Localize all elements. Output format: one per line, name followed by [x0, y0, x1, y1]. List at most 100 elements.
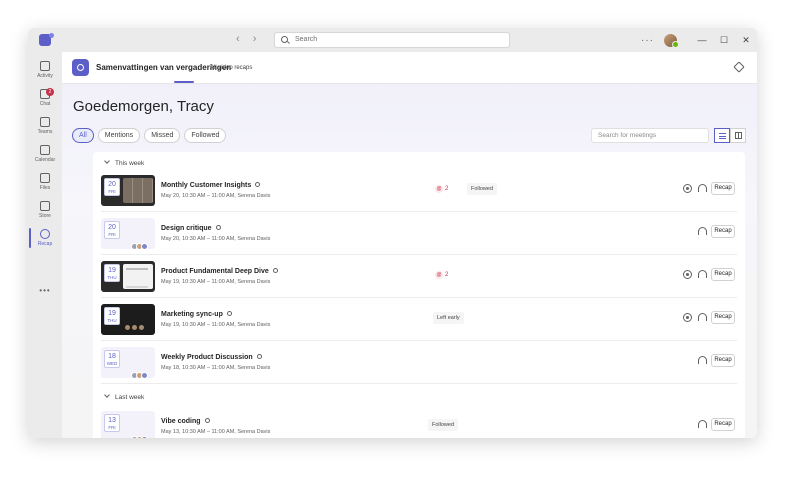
meeting-row[interactable]: 13 FRI Vibe coding May 13, 10:30 AM – 11:…: [101, 406, 737, 438]
section-this-week[interactable]: This week: [104, 158, 145, 167]
recap-button[interactable]: Recap: [711, 182, 735, 195]
meeting-thumbnail: 13 FRI: [101, 411, 155, 438]
teams-logo-icon: [39, 33, 54, 46]
headphones-icon[interactable]: [698, 227, 707, 235]
headphones-icon[interactable]: [698, 356, 707, 364]
main-content: Samenvattingen van vergaderingen All vid…: [62, 52, 757, 438]
meeting-thumbnail: 18 WED: [101, 347, 155, 378]
minimize-button[interactable]: —: [691, 35, 713, 45]
title-bar: ‹ › Search ··· — ☐ ✕: [28, 28, 757, 52]
rail-item-label: Store: [39, 213, 51, 219]
chevron-down-icon: [104, 158, 110, 164]
recap-button[interactable]: Recap: [711, 418, 735, 431]
filter-mentions[interactable]: Mentions: [97, 128, 141, 143]
title-bar-controls: ··· — ☐ ✕: [641, 28, 757, 52]
headphones-icon[interactable]: [698, 313, 707, 321]
recurring-icon: [256, 354, 262, 359]
rail-item-teams[interactable]: Teams: [28, 114, 62, 140]
participant-video-dots: [125, 317, 147, 330]
recurring-icon: [226, 311, 232, 316]
date-day: 20: [108, 181, 116, 188]
participant-avatars: [131, 237, 148, 249]
tab-underline: [174, 81, 194, 83]
date-weekday: FRI: [108, 189, 116, 194]
recurring-icon: [204, 418, 210, 423]
page-title: Goedemorgen, Tracy: [73, 98, 214, 115]
filter-followed[interactable]: Followed: [184, 128, 227, 143]
date-tile: 18 WED: [104, 350, 120, 368]
more-apps-button[interactable]: •••: [28, 286, 62, 295]
rail-item-label: Calendar: [34, 157, 56, 163]
recap-button[interactable]: Recap: [711, 268, 735, 281]
meeting-row[interactable]: 20 FRI Monthly Customer Insights May 20, …: [101, 170, 737, 212]
at-icon: @: [435, 185, 443, 193]
teams-icon: [40, 117, 50, 127]
headphones-icon[interactable]: [698, 270, 707, 278]
tab-all-video-recaps[interactable]: All video recaps: [210, 65, 252, 71]
participant-avatars: [131, 430, 148, 438]
participant-avatars: [131, 366, 148, 378]
recap-app-icon: [72, 59, 89, 76]
meeting-meta: May 18, 10:30 AM – 11:00 AM, Serena Davi…: [161, 365, 271, 371]
meeting-thumbnail: 19 THU: [101, 304, 155, 335]
section-label: This week: [115, 160, 145, 167]
meeting-row[interactable]: 19 THU Product Fundamental Deep Dive May …: [101, 256, 737, 298]
at-icon: @: [435, 271, 443, 279]
date-weekday: FRI: [108, 425, 116, 430]
global-search-input[interactable]: Search: [274, 32, 510, 48]
headphones-icon[interactable]: [698, 420, 707, 428]
rail-item-label: Activity: [37, 73, 53, 79]
rail-item-calendar[interactable]: Calendar: [28, 142, 62, 168]
recap-button[interactable]: Recap: [711, 225, 735, 238]
status-badge: Left early: [433, 312, 464, 324]
grid-view-button[interactable]: [730, 128, 746, 143]
recording-icon[interactable]: [683, 270, 692, 279]
bell-icon: [40, 61, 50, 71]
rail-item-chat[interactable]: 2 Chat: [28, 86, 62, 112]
filter-missed[interactable]: Missed: [144, 128, 181, 143]
meeting-thumbnail: 20 FRI: [101, 218, 155, 249]
recording-icon[interactable]: [683, 184, 692, 193]
date-tile: 20 FRI: [104, 178, 120, 196]
rail-item-activity[interactable]: Activity: [28, 58, 62, 84]
date-day: 19: [108, 310, 116, 317]
close-button[interactable]: ✕: [735, 35, 757, 46]
recurring-icon: [215, 225, 221, 230]
forward-button[interactable]: ›: [253, 33, 257, 45]
pin-icon[interactable]: [733, 61, 745, 73]
rail-item-files[interactable]: Files: [28, 170, 62, 196]
maximize-button[interactable]: ☐: [713, 35, 735, 46]
file-icon: [40, 173, 50, 183]
section-last-week[interactable]: Last week: [104, 392, 144, 401]
chat-badge: 2: [46, 88, 54, 96]
user-avatar[interactable]: [664, 33, 679, 48]
video-preview: [123, 178, 153, 203]
list-icon: [719, 133, 726, 139]
date-tile: 20 FRI: [104, 221, 120, 239]
date-weekday: THU: [107, 275, 117, 280]
mention-count: @2: [435, 271, 449, 279]
back-button[interactable]: ‹: [236, 33, 240, 45]
meeting-row[interactable]: 19 THU Marketing sync-up May 19, 10:30 AM…: [101, 299, 737, 341]
date-tile: 19 THU: [104, 307, 120, 325]
list-view-button[interactable]: [714, 128, 730, 143]
meeting-search-input[interactable]: Search for meetings: [591, 128, 709, 143]
meeting-title: Marketing sync-up: [161, 311, 232, 318]
date-weekday: WED: [106, 361, 118, 366]
recap-button[interactable]: Recap: [711, 311, 735, 324]
document-preview: [123, 264, 153, 289]
more-options-button[interactable]: ···: [641, 35, 654, 46]
meeting-thumbnail: 20 FRI: [101, 175, 155, 206]
filter-all[interactable]: All: [72, 128, 94, 143]
recap-button[interactable]: Recap: [711, 354, 735, 367]
headphones-icon[interactable]: [698, 184, 707, 192]
recording-icon[interactable]: [683, 313, 692, 322]
recap-icon: [40, 229, 50, 239]
rail-item-recap[interactable]: Recap: [28, 226, 62, 252]
search-icon: [281, 36, 288, 43]
meeting-title: Vibe coding: [161, 418, 210, 425]
meeting-row[interactable]: 20 FRI Design critique May 20, 10:30 AM –…: [101, 213, 737, 255]
rail-item-store[interactable]: Store: [28, 198, 62, 224]
meeting-row[interactable]: 18 WED Weekly Product Discussion May 18, …: [101, 342, 737, 384]
view-toggle: [714, 128, 746, 143]
